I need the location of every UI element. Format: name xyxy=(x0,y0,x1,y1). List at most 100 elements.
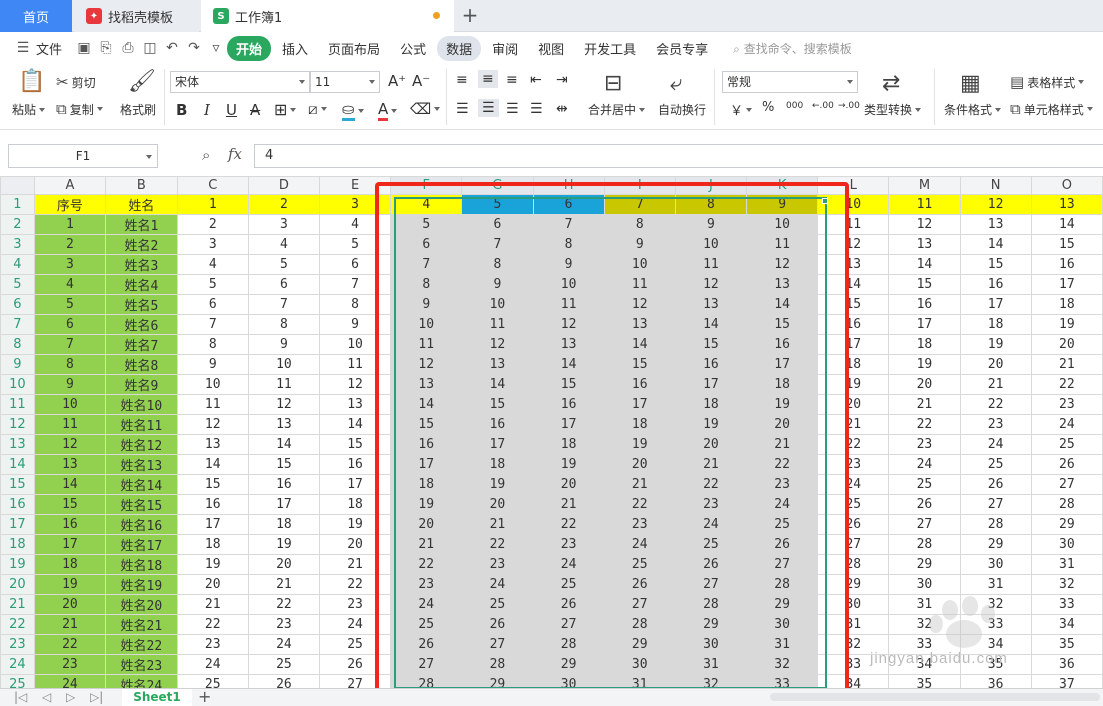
cell-l15[interactable]: 24 xyxy=(817,474,890,495)
cell-h7[interactable]: 12 xyxy=(532,314,605,335)
cell-d1[interactable]: 2 xyxy=(247,194,320,215)
cell-h13[interactable]: 18 xyxy=(532,434,605,455)
copy-button[interactable]: ⧉ 复制 xyxy=(56,100,103,118)
cell-i18[interactable]: 24 xyxy=(603,534,676,555)
cell-o10[interactable]: 22 xyxy=(1030,374,1103,395)
first-sheet-icon[interactable]: |◁ xyxy=(14,690,27,704)
cell-o2[interactable]: 14 xyxy=(1030,214,1103,235)
cell-c12[interactable]: 12 xyxy=(176,414,249,435)
align-top-icon[interactable]: ≡ xyxy=(456,72,468,88)
cell-m5[interactable]: 15 xyxy=(888,274,961,295)
merge-center-icon-button[interactable]: ⊟ xyxy=(604,71,622,96)
cell-k7[interactable]: 15 xyxy=(746,314,819,335)
cell-h15[interactable]: 20 xyxy=(532,474,605,495)
cell-b2[interactable]: 姓名1 xyxy=(105,214,178,235)
cell-m16[interactable]: 26 xyxy=(888,494,961,515)
cell-n5[interactable]: 16 xyxy=(959,274,1032,295)
cell-d10[interactable]: 11 xyxy=(247,374,320,395)
cell-e21[interactable]: 23 xyxy=(318,594,392,615)
cell-j5[interactable]: 12 xyxy=(674,274,748,295)
cell-e22[interactable]: 24 xyxy=(318,614,392,635)
decrease-decimal-button[interactable]: → .00 xyxy=(838,101,860,111)
cell-n7[interactable]: 18 xyxy=(959,314,1032,335)
cell-i11[interactable]: 17 xyxy=(603,394,676,415)
cell-i21[interactable]: 27 xyxy=(603,594,676,615)
cell-g15[interactable]: 19 xyxy=(461,474,534,495)
cell-c24[interactable]: 24 xyxy=(176,654,249,675)
menu-file[interactable]: 文件 xyxy=(34,36,71,61)
cell-b10[interactable]: 姓名9 xyxy=(105,374,178,395)
cell-j17[interactable]: 24 xyxy=(674,514,748,535)
cell-l8[interactable]: 17 xyxy=(817,334,890,355)
cell-o9[interactable]: 21 xyxy=(1030,354,1103,375)
menu-data[interactable]: 数据 xyxy=(437,35,482,61)
cell-a22[interactable]: 21 xyxy=(33,614,107,635)
cell-d6[interactable]: 7 xyxy=(247,294,320,315)
cell-n14[interactable]: 25 xyxy=(959,454,1032,475)
cell-a19[interactable]: 18 xyxy=(33,554,107,575)
cell-e3[interactable]: 5 xyxy=(318,234,392,255)
cell-d19[interactable]: 20 xyxy=(247,554,320,575)
cell-e13[interactable]: 15 xyxy=(318,434,392,455)
cell-f22[interactable]: 25 xyxy=(390,614,463,635)
cell-b14[interactable]: 姓名13 xyxy=(105,454,178,475)
cell-i20[interactable]: 26 xyxy=(603,574,676,595)
cell-b16[interactable]: 姓名15 xyxy=(105,494,178,515)
cell-l18[interactable]: 27 xyxy=(817,534,890,555)
cell-o20[interactable]: 32 xyxy=(1030,574,1103,595)
column-header-l[interactable]: L xyxy=(817,176,890,195)
fill-handle[interactable] xyxy=(822,198,828,204)
cell-d25[interactable]: 26 xyxy=(247,674,320,688)
cell-l10[interactable]: 19 xyxy=(817,374,890,395)
cell-i12[interactable]: 18 xyxy=(603,414,676,435)
cell-m10[interactable]: 20 xyxy=(888,374,961,395)
cell-i2[interactable]: 8 xyxy=(603,214,676,235)
cell-m11[interactable]: 21 xyxy=(888,394,961,415)
cell-a18[interactable]: 17 xyxy=(33,534,107,555)
cell-g21[interactable]: 25 xyxy=(461,594,534,615)
cell-f13[interactable]: 16 xyxy=(390,434,463,455)
row-header[interactable]: 20 xyxy=(0,574,35,595)
paste-button[interactable]: 📋 xyxy=(18,69,45,94)
row-header[interactable]: 4 xyxy=(0,254,35,275)
cell-f4[interactable]: 7 xyxy=(390,254,463,275)
cell-h10[interactable]: 15 xyxy=(532,374,605,395)
cell-d13[interactable]: 14 xyxy=(247,434,320,455)
cell-k24[interactable]: 32 xyxy=(746,654,819,675)
cell-o14[interactable]: 26 xyxy=(1030,454,1103,475)
cell-l22[interactable]: 31 xyxy=(817,614,890,635)
cell-c11[interactable]: 11 xyxy=(176,394,249,415)
cell-m2[interactable]: 12 xyxy=(888,214,961,235)
cell-l12[interactable]: 21 xyxy=(817,414,890,435)
strikethrough-icon[interactable]: A xyxy=(250,101,260,119)
cell-e11[interactable]: 13 xyxy=(318,394,392,415)
cell-b3[interactable]: 姓名2 xyxy=(105,234,178,255)
fill-color-icon[interactable]: ⛀ xyxy=(342,100,364,121)
cell-c2[interactable]: 2 xyxy=(176,214,249,235)
cell-j10[interactable]: 17 xyxy=(674,374,748,395)
cell-i22[interactable]: 28 xyxy=(603,614,676,635)
cell-c1[interactable]: 1 xyxy=(176,194,249,215)
cell-k10[interactable]: 18 xyxy=(746,374,819,395)
cell-f14[interactable]: 17 xyxy=(390,454,463,475)
cell-h3[interactable]: 8 xyxy=(532,234,605,255)
cell-h21[interactable]: 26 xyxy=(532,594,605,615)
cell-o3[interactable]: 15 xyxy=(1030,234,1103,255)
row-header[interactable]: 13 xyxy=(0,434,35,455)
cell-d3[interactable]: 4 xyxy=(247,234,320,255)
cell-k17[interactable]: 25 xyxy=(746,514,819,535)
cell-a5[interactable]: 4 xyxy=(33,274,107,295)
cell-j2[interactable]: 9 xyxy=(674,214,748,235)
row-header[interactable]: 15 xyxy=(0,474,35,495)
cell-j12[interactable]: 19 xyxy=(674,414,748,435)
cell-g9[interactable]: 13 xyxy=(461,354,534,375)
cell-b5[interactable]: 姓名4 xyxy=(105,274,178,295)
cell-i8[interactable]: 14 xyxy=(603,334,676,355)
cell-l6[interactable]: 15 xyxy=(817,294,890,315)
cell-l3[interactable]: 12 xyxy=(817,234,890,255)
cell-d15[interactable]: 16 xyxy=(247,474,320,495)
cell-o22[interactable]: 34 xyxy=(1030,614,1103,635)
cell-c19[interactable]: 19 xyxy=(176,554,249,575)
cell-i19[interactable]: 25 xyxy=(603,554,676,575)
cell-e18[interactable]: 20 xyxy=(318,534,392,555)
